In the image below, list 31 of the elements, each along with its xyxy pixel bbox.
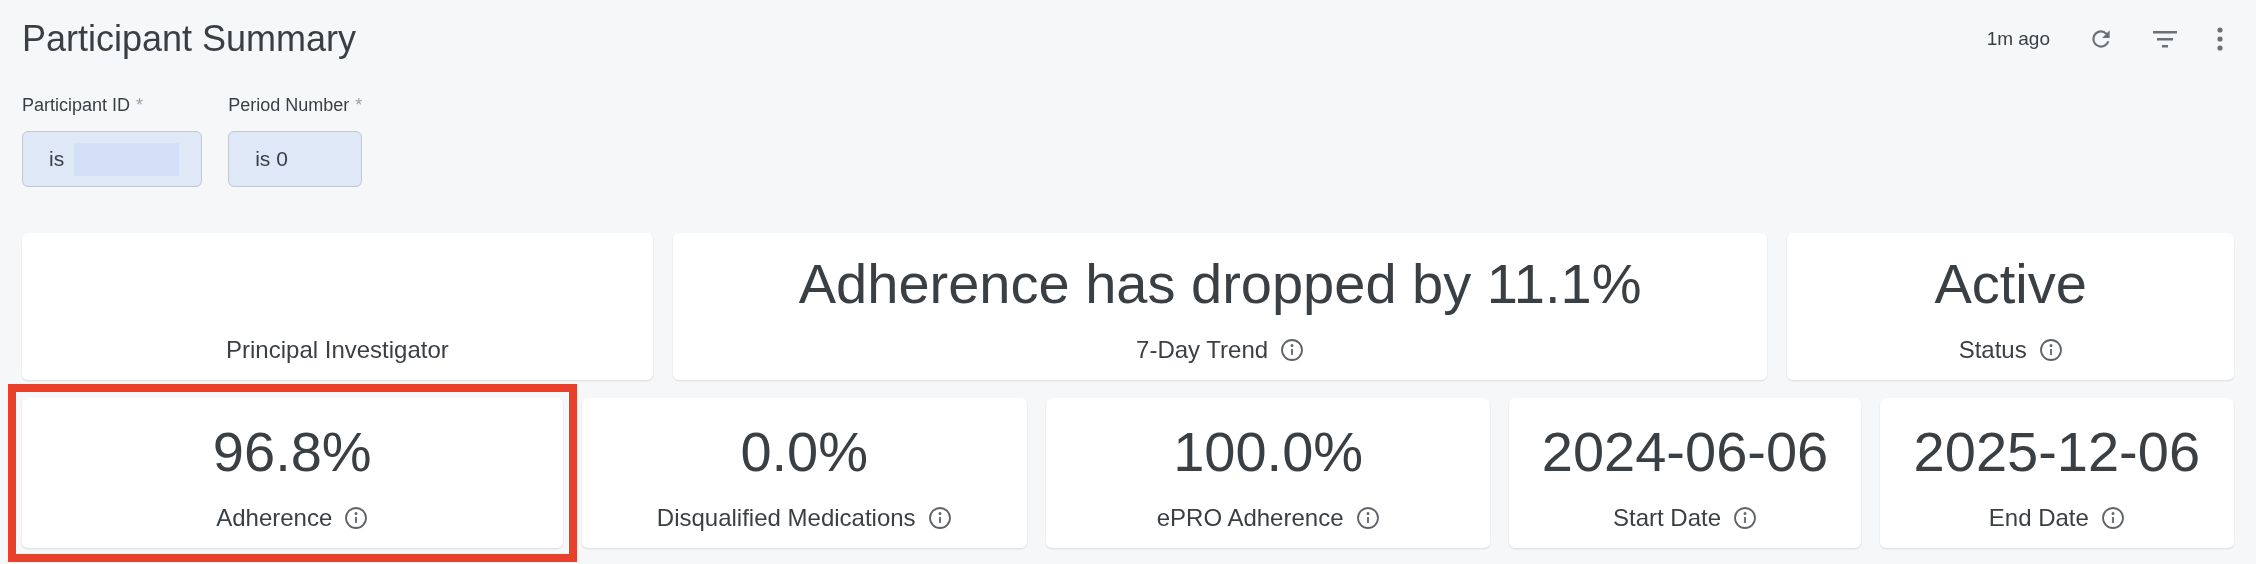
filter-label: Participant ID <box>22 94 131 117</box>
info-icon[interactable] <box>1280 338 1305 362</box>
filter-chip[interactable]: is 0 <box>228 131 363 187</box>
stat-value: 2025-12-06 <box>1913 424 2201 480</box>
info-icon[interactable] <box>344 506 369 530</box>
stat-label: Start Date <box>1612 503 1721 533</box>
filter-chip[interactable]: is <box>22 131 203 187</box>
stat-label: Principal Investigator <box>226 335 449 365</box>
required-mark: * <box>136 94 144 117</box>
filter-label: Period Number <box>228 94 350 117</box>
more-icon[interactable] <box>2216 26 2224 52</box>
stat-label: ePRO Adherence <box>1156 503 1344 533</box>
stat-value: 100.0% <box>1173 424 1364 480</box>
filter-icon[interactable] <box>2152 28 2178 50</box>
stat-label: Disqualified Medications <box>656 503 916 533</box>
stat-label: 7-Day Trend <box>1136 335 1269 365</box>
info-icon[interactable] <box>1355 506 1380 530</box>
info-icon[interactable] <box>2038 338 2063 362</box>
required-mark: * <box>355 94 363 117</box>
stat-value: 0.0% <box>740 424 869 480</box>
stat-label: Status <box>1958 335 2027 365</box>
page-title: Participant Summary <box>22 17 357 61</box>
stat-value: 2024-06-06 <box>1541 424 1829 480</box>
info-icon[interactable] <box>1733 506 1757 530</box>
last-updated: 1m ago <box>1986 26 2050 51</box>
info-icon[interactable] <box>927 506 952 530</box>
stat-value: Active <box>1934 256 2087 312</box>
info-icon[interactable] <box>2100 506 2125 530</box>
stat-label: Adherence <box>216 503 333 533</box>
stat-label: End Date <box>1988 503 2089 533</box>
stat-value: 96.8% <box>212 424 372 480</box>
